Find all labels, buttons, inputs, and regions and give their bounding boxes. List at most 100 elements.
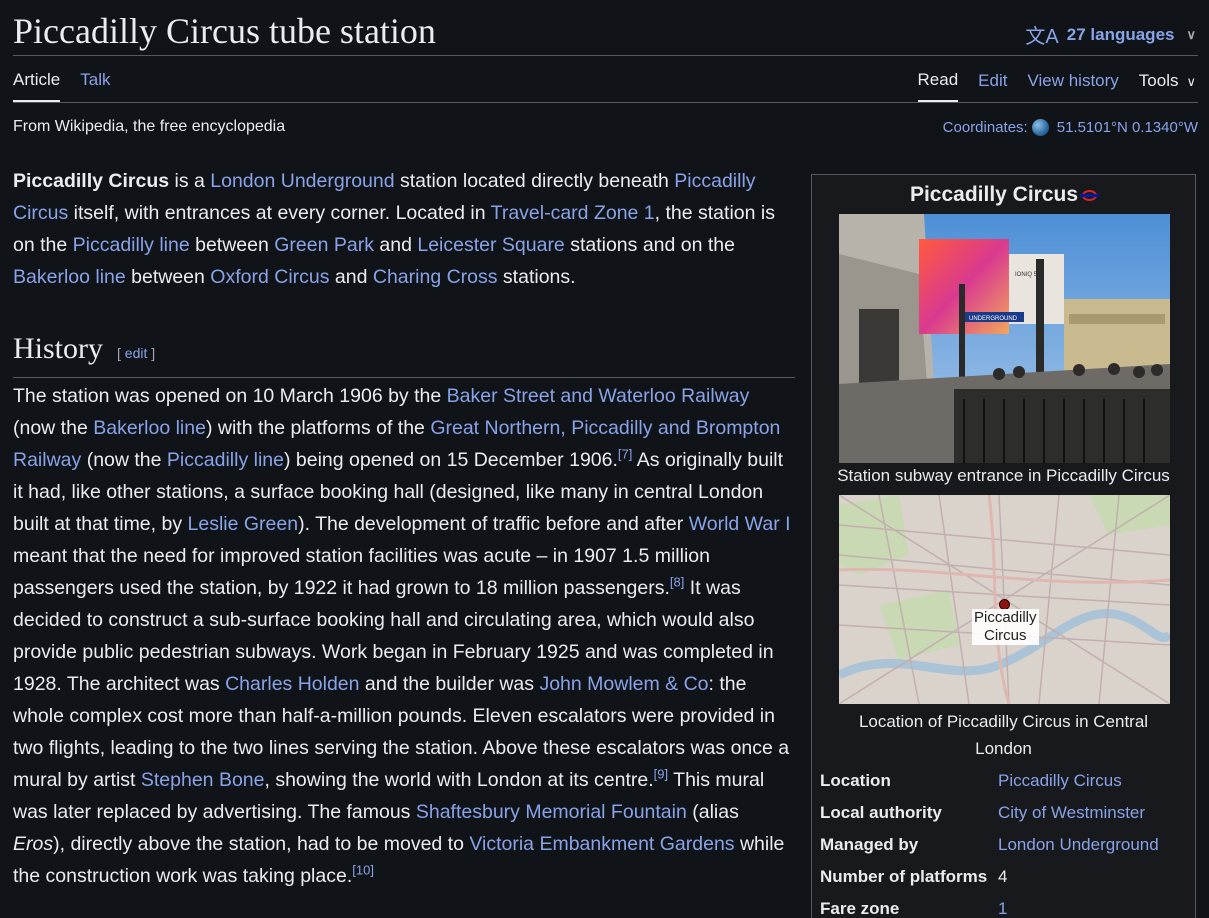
text: , showing the world with London at its c… (264, 769, 654, 791)
reference-8[interactable]: [8] (670, 575, 684, 590)
map-label-line-2: Circus (984, 627, 1027, 644)
map-caption: Location of Piccadilly Circus in Central… (858, 712, 1149, 758)
link-stephen-bone[interactable]: Stephen Bone (141, 769, 265, 791)
row-key: Number of platforms (820, 867, 988, 886)
italic-text: Eros (13, 833, 54, 855)
tools-label: Tools (1138, 71, 1179, 90)
tools-menu[interactable]: Tools ∨ (1139, 71, 1196, 101)
languages-label: 27 languages (1066, 24, 1175, 44)
link-piccadilly-line[interactable]: Piccadilly line (73, 234, 190, 256)
language-selector[interactable]: 文A 27 languages ∨ (1025, 20, 1196, 49)
reference-10[interactable]: [10] (352, 863, 374, 878)
infobox-title: Piccadilly Circus (812, 183, 1195, 207)
section-edit: [ edit ] (117, 345, 155, 361)
photo-underground-sign: UNDERGROUND (969, 316, 1018, 322)
text: (now the (13, 417, 94, 439)
section-edit-link[interactable]: edit (125, 345, 148, 361)
infobox: Piccadilly Circus IONIQ 5 UNDERGROUND St… (811, 174, 1196, 918)
tab-edit[interactable]: Edit (978, 71, 1007, 101)
link-bakerloo-line[interactable]: Bakerloo line (13, 266, 126, 288)
chevron-down-icon: ∨ (1186, 74, 1196, 89)
infobox-row: Location Piccadilly Circus (820, 767, 1190, 799)
row-key: Location (820, 771, 891, 790)
photo-sign-text: IONIQ 5 (1015, 272, 1038, 278)
history-paragraph: The station was opened on 10 March 1906 … (13, 380, 795, 892)
text: ) being opened on 15 December 1906. (283, 449, 618, 471)
infobox-row: Managed by London Underground (820, 831, 1190, 863)
heading-text: History (13, 332, 103, 365)
link-travelcard-zone-1[interactable]: Travel-card Zone 1 (491, 202, 655, 224)
view-tabs: Read Edit View history Tools ∨ (917, 70, 1196, 102)
bracket: ] (147, 345, 156, 361)
text: The station was opened on 10 March 1906 … (13, 385, 447, 407)
text: between (125, 266, 211, 288)
link-leicester-square[interactable]: Leicester Square (417, 234, 564, 256)
reference-7[interactable]: [7] (618, 447, 632, 462)
coordinates: Coordinates: 51.5101°N 0.1340°W (943, 119, 1198, 136)
article-body: Piccadilly Circus is a London Undergroun… (13, 165, 795, 892)
infobox-row: Fare zone 1 (820, 895, 1190, 918)
row-key: Fare zone (820, 899, 900, 918)
row-key: Managed by (820, 835, 919, 854)
text: ), directly above the station, had to be… (53, 833, 470, 855)
location-map[interactable]: Piccadilly Circus (839, 495, 1170, 704)
text: and (373, 234, 418, 256)
text: stations and on the (564, 234, 735, 256)
tab-talk[interactable]: Talk (80, 70, 110, 102)
translate-icon: 文A (1025, 26, 1059, 48)
text: between (189, 234, 275, 256)
reference-9[interactable]: [9] (654, 767, 668, 782)
link-london-underground[interactable]: London Underground (210, 170, 394, 192)
coordinates-link[interactable]: 51.5101°N 0.1340°W (1057, 119, 1198, 136)
underground-roundel-icon (1080, 189, 1100, 201)
station-photo[interactable]: IONIQ 5 UNDERGROUND (839, 214, 1170, 463)
link-bakerloo-line[interactable]: Bakerloo line (93, 417, 206, 439)
link-charles-holden[interactable]: Charles Holden (225, 673, 359, 695)
page: Piccadilly Circus tube station 文A 27 lan… (0, 0, 1209, 918)
namespace-tabs: Article Talk (13, 70, 110, 102)
text: (now the (81, 449, 167, 471)
photo-caption: Station subway entrance in Piccadilly Ci… (837, 466, 1170, 485)
globe-icon[interactable] (1031, 119, 1049, 136)
text: meant that the need for improved station… (13, 545, 710, 599)
title-divider (13, 55, 1198, 56)
link-victoria-embankment-gardens[interactable]: Victoria Embankment Gardens (469, 833, 734, 855)
link-john-mowlem[interactable]: John Mowlem & Co (539, 673, 708, 695)
row-value-link[interactable]: City of Westminster (998, 799, 1190, 831)
link-world-war-i[interactable]: World War I (689, 513, 791, 535)
chevron-down-icon: ∨ (1186, 26, 1196, 42)
text: and (329, 266, 373, 288)
link-baker-street-waterloo[interactable]: Baker Street and Waterloo Railway (447, 385, 750, 407)
section-heading-history: History [ edit ] (13, 329, 795, 378)
link-shaftesbury-fountain[interactable]: Shaftesbury Memorial Fountain (416, 801, 687, 823)
text: and the builder was (359, 673, 540, 695)
link-piccadilly-line[interactable]: Piccadilly line (167, 449, 284, 471)
text: is a (169, 170, 211, 192)
map-label: Piccadilly Circus (972, 609, 1039, 645)
link-green-park[interactable]: Green Park (274, 234, 374, 256)
map-label-line-1: Piccadilly (974, 609, 1037, 626)
row-value-link[interactable]: Piccadilly Circus (998, 767, 1190, 799)
tab-read[interactable]: Read (917, 70, 959, 102)
link-oxford-circus[interactable]: Oxford Circus (210, 266, 329, 288)
text: ) with the platforms of the (205, 417, 431, 439)
intro-bold: Piccadilly Circus (13, 170, 170, 192)
row-value: 4 (998, 867, 1008, 886)
link-charing-cross[interactable]: Charing Cross (373, 266, 498, 288)
text: (alias (686, 801, 739, 823)
row-value-link[interactable]: 1 (998, 895, 1190, 918)
site-tagline: From Wikipedia, the free encyclopedia (13, 118, 286, 135)
row-value-link[interactable]: London Underground (998, 831, 1190, 863)
link-leslie-green[interactable]: Leslie Green (188, 513, 299, 535)
row-key: Local authority (820, 803, 942, 822)
station-photo-image: IONIQ 5 UNDERGROUND (839, 214, 1170, 463)
infobox-title-text: Piccadilly Circus (909, 183, 1079, 206)
tab-article[interactable]: Article (13, 70, 61, 102)
text: ). The development of traffic before and… (298, 513, 689, 535)
text: itself, with entrances at every corner. … (68, 202, 491, 224)
infobox-row: Local authority City of Westminster (820, 799, 1190, 831)
tab-view-history[interactable]: View history (1027, 71, 1118, 101)
infobox-table: Location Piccadilly Circus Local authori… (820, 767, 1190, 918)
tabs-divider (13, 102, 1198, 103)
text: station located directly beneath (394, 170, 675, 192)
